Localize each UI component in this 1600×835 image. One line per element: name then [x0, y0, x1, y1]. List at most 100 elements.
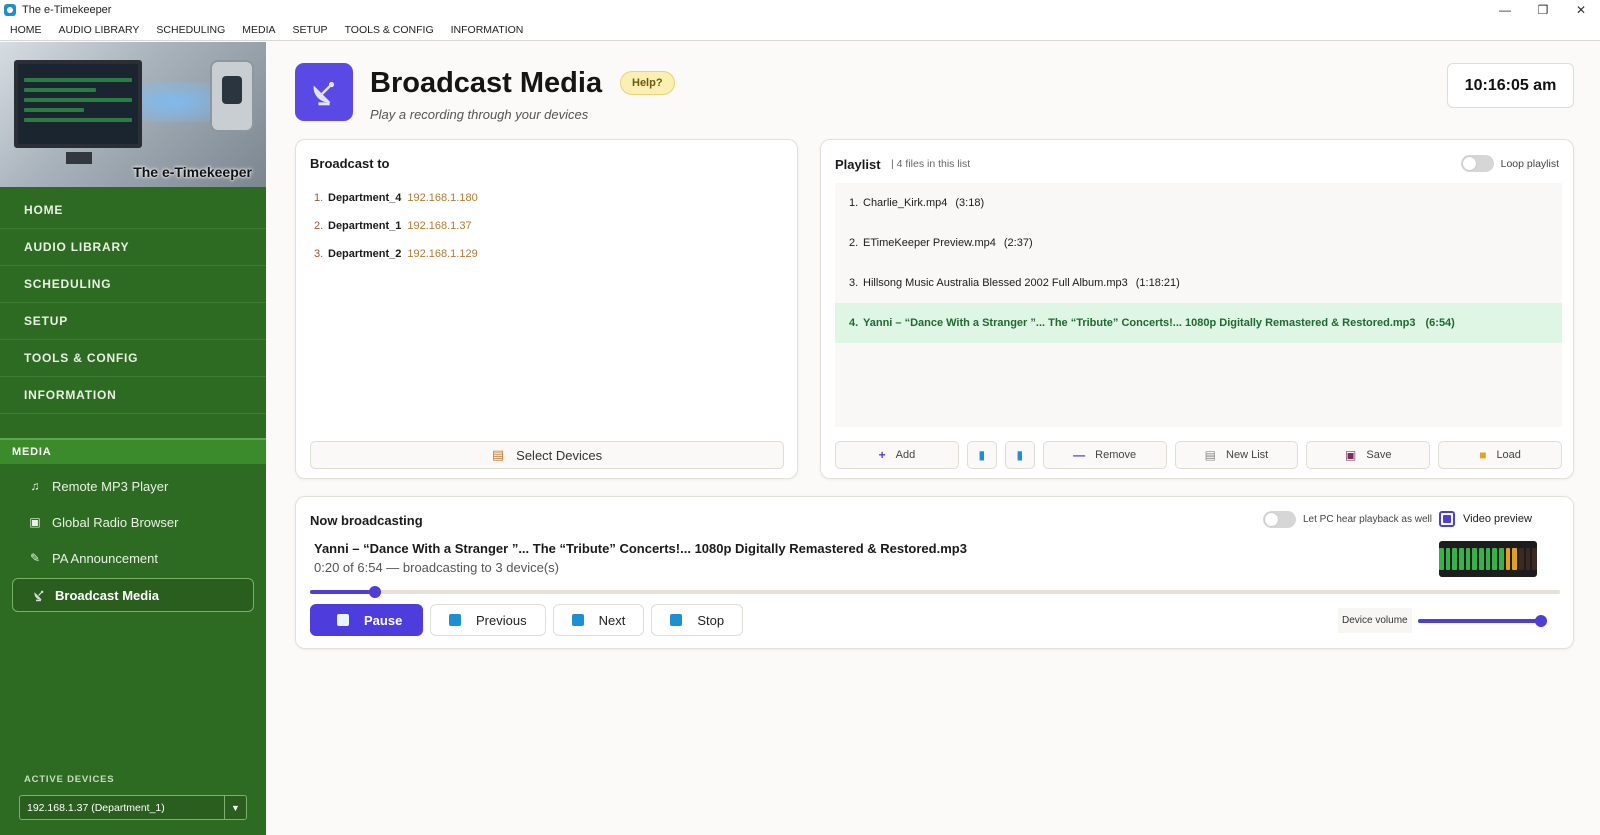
add-button[interactable]: + Add: [835, 441, 959, 469]
loop-playlist-toggle[interactable]: Loop playlist: [1460, 155, 1559, 172]
pc-hear-label: Let PC hear playback as well: [1303, 514, 1432, 525]
device-number: 2.: [314, 220, 324, 232]
floppy-disk-icon: ▣: [1345, 448, 1357, 462]
help-button[interactable]: Help?: [620, 71, 675, 95]
progress-knob[interactable]: [369, 586, 381, 598]
device-volume-control: Device volume: [1338, 608, 1547, 633]
playlist-item-duration: (6:54): [1425, 317, 1455, 329]
menu-information[interactable]: INFORMATION: [451, 24, 524, 36]
stop-icon: [670, 614, 683, 626]
select-devices-button[interactable]: ▤ Select Devices: [310, 441, 784, 469]
minus-icon: —: [1073, 448, 1086, 462]
remove-label: Remove: [1095, 449, 1137, 461]
clipboard-icon: ▤: [491, 447, 505, 462]
device-ip: 192.168.1.129: [407, 248, 478, 260]
title-bar: The e-Timekeeper — ❐ ✕: [0, 0, 1600, 20]
nav-global-radio-browser[interactable]: ▣ Global Radio Browser: [0, 504, 266, 540]
playlist-item-number: 2.: [849, 237, 859, 249]
playlist-title: Playlist: [835, 157, 881, 172]
menu-tools-config[interactable]: TOOLS & CONFIG: [345, 24, 434, 36]
device-row[interactable]: 3. Department_2 192.168.1.129: [314, 240, 478, 268]
video-preview-checkbox[interactable]: Video preview: [1439, 511, 1532, 527]
playlist-item-name: Charlie_Kirk.mp4: [863, 197, 948, 209]
nav-remote-mp3-player[interactable]: ♫ Remote MP3 Player: [0, 468, 266, 504]
playlist-item[interactable]: 2. ETimeKeeper Preview.mp4 (2:37): [835, 223, 1562, 263]
plus-icon: +: [878, 448, 886, 462]
nav-audio-library[interactable]: AUDIO LIBRARY: [0, 229, 266, 266]
load-button[interactable]: ■ Load: [1438, 441, 1562, 469]
playlist-item[interactable]: 1. Charlie_Kirk.mp4 (3:18): [835, 183, 1562, 223]
playback-progress-bar[interactable]: [310, 586, 1560, 598]
menu-audio-library[interactable]: AUDIO LIBRARY: [59, 24, 140, 36]
pc-hear-switch[interactable]: [1263, 511, 1296, 528]
close-icon[interactable]: ✕: [1562, 0, 1600, 20]
menu-media[interactable]: MEDIA: [242, 24, 275, 36]
playlist-item-number: 4.: [849, 317, 859, 329]
nav-pa-announcement[interactable]: ✎ PA Announcement: [0, 540, 266, 576]
playlist-toolbar: + Add ▮ ▮ — Remove ▤ New List ▣ Save ■ L…: [835, 441, 1562, 469]
screen-line: [24, 108, 84, 112]
loop-toggle-switch[interactable]: [1460, 155, 1494, 172]
vu-bar: [1479, 548, 1484, 570]
vu-bar: [1525, 548, 1531, 570]
playlist-item-duration: (3:18): [955, 197, 985, 209]
progress-fill: [310, 590, 375, 594]
device-list: 1. Department_4 192.168.1.180 2. Departm…: [314, 184, 478, 268]
save-button[interactable]: ▣ Save: [1306, 441, 1431, 469]
pause-button[interactable]: Pause: [310, 604, 423, 636]
playlist-item-active[interactable]: 4. Yanni – “Dance With a Stranger ”... T…: [835, 303, 1562, 343]
chevron-down-icon[interactable]: ▼: [224, 796, 246, 819]
menu-setup[interactable]: SETUP: [293, 24, 328, 36]
menu-scheduling[interactable]: SCHEDULING: [156, 24, 225, 36]
device-number: 1.: [314, 192, 324, 204]
previous-label: Previous: [476, 612, 527, 628]
brand-hero-image: The e-Timekeeper: [0, 42, 266, 187]
active-devices-select[interactable]: 192.168.1.37 (Department_1) ▼: [19, 795, 247, 820]
nav-scheduling[interactable]: SCHEDULING: [0, 266, 266, 303]
nav-information[interactable]: INFORMATION: [0, 377, 266, 414]
document-icon: ▤: [1204, 448, 1217, 462]
nav-broadcast-media[interactable]: Broadcast Media: [12, 578, 254, 612]
video-preview-label: Video preview: [1463, 513, 1532, 525]
previous-track-icon: [449, 614, 461, 626]
radio-icon: ▣: [29, 515, 41, 529]
move-down-button[interactable]: ▮: [1004, 441, 1035, 469]
nav-home[interactable]: HOME: [0, 192, 266, 229]
nav-setup[interactable]: SETUP: [0, 303, 266, 340]
page-subtitle: Play a recording through your devices: [370, 107, 589, 122]
remove-button[interactable]: — Remove: [1042, 441, 1167, 469]
pause-label: Pause: [364, 612, 403, 628]
menu-home[interactable]: HOME: [10, 24, 42, 36]
move-up-button[interactable]: ▮: [966, 441, 997, 469]
minimize-icon[interactable]: —: [1486, 0, 1524, 20]
pc-hear-toggle[interactable]: Let PC hear playback as well: [1263, 511, 1432, 528]
playlist-item-number: 1.: [849, 197, 859, 209]
previous-button[interactable]: Previous: [430, 604, 546, 636]
screen-line: [24, 98, 132, 102]
stop-button[interactable]: Stop: [651, 604, 744, 636]
new-list-button[interactable]: ▤ New List: [1174, 441, 1299, 469]
select-devices-label: Select Devices: [516, 447, 603, 463]
device-volume-slider[interactable]: [1417, 614, 1547, 627]
restore-icon[interactable]: ❐: [1524, 0, 1562, 20]
active-device-value: 192.168.1.37 (Department_1): [27, 801, 165, 814]
nav-label: Global Radio Browser: [52, 514, 179, 530]
nav-label: Broadcast Media: [55, 587, 160, 603]
nav-label: Remote MP3 Player: [52, 478, 169, 494]
new-list-label: New List: [1226, 449, 1269, 461]
sidebar: The e-Timekeeper HOME AUDIO LIBRARY SCHE…: [0, 42, 266, 835]
device-row[interactable]: 1. Department_4 192.168.1.180: [314, 184, 478, 212]
nav-tools-config[interactable]: TOOLS & CONFIG: [0, 340, 266, 377]
arrow-down-icon: ▮: [1016, 448, 1024, 462]
menu-bar: HOME AUDIO LIBRARY SCHEDULING MEDIA SETU…: [0, 20, 1600, 41]
broadcast-media-icon: [295, 63, 353, 121]
brand-name: The e-Timekeeper: [133, 164, 252, 180]
volume-knob[interactable]: [1534, 614, 1547, 627]
next-button[interactable]: Next: [552, 604, 645, 636]
now-playing-status: 0:20 of 6:54 — broadcasting to 3 device(…: [314, 560, 559, 575]
device-row[interactable]: 2. Department_1 192.168.1.37: [314, 212, 478, 240]
playlist-item[interactable]: 3. Hillsong Music Australia Blessed 2002…: [835, 263, 1562, 303]
vu-bar: [1445, 548, 1451, 570]
checkbox-checked-icon[interactable]: [1439, 511, 1455, 527]
playlist-item-number: 3.: [849, 277, 859, 289]
